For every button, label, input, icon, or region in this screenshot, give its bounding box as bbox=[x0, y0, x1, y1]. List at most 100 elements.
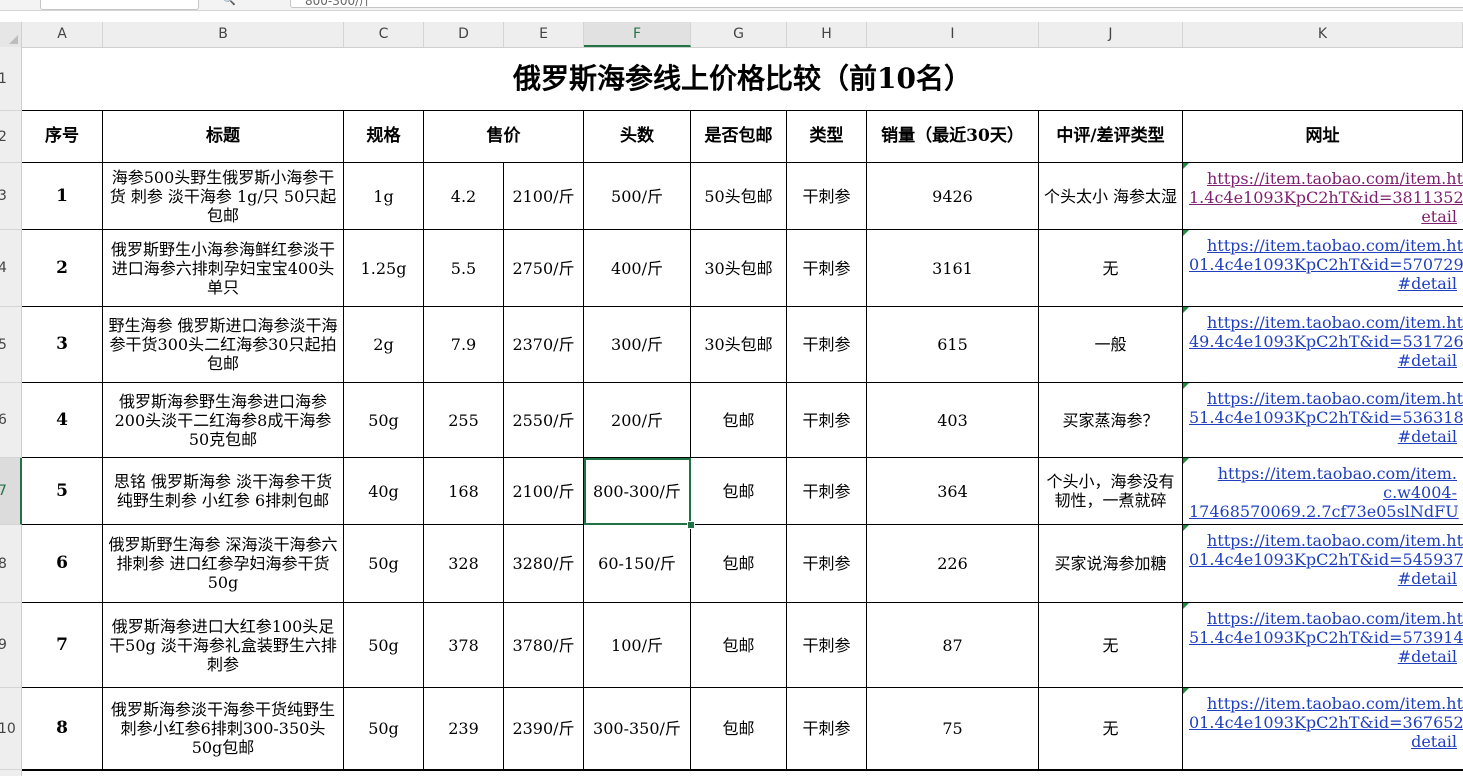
row-header-4[interactable]: 4 bbox=[0, 230, 22, 307]
url-line[interactable]: #detail bbox=[1189, 647, 1463, 666]
cell-price-per-jin[interactable]: 2750/斤 bbox=[504, 230, 584, 307]
cell-type[interactable]: 干刺参 bbox=[787, 230, 867, 307]
cell-sales[interactable]: 403 bbox=[867, 383, 1039, 458]
cell-seq[interactable]: 6 bbox=[22, 525, 103, 603]
cell-count[interactable]: 200/斤 bbox=[584, 383, 691, 458]
url-line[interactable]: 01.4c4e1093KpC2hT&id=545937517 bbox=[1189, 550, 1463, 569]
url-line[interactable]: https://item.taobao.com/item.ht bbox=[1189, 313, 1463, 332]
cell-type[interactable]: 干刺参 bbox=[787, 603, 867, 688]
cell-price-per-jin[interactable]: 2550/斤 bbox=[504, 383, 584, 458]
row-header-3[interactable]: 3 bbox=[0, 163, 22, 230]
cell-seq[interactable]: 5 bbox=[22, 458, 103, 525]
url-line[interactable]: https://item.taobao.com/item.ht bbox=[1189, 389, 1463, 408]
cell-url-link[interactable]: https://item.taobao.com/item.ht 1.4c4e109… bbox=[1183, 163, 1463, 230]
cell-seq[interactable]: 3 bbox=[22, 307, 103, 383]
column-header-d[interactable]: D bbox=[424, 22, 504, 47]
url-line[interactable]: c.w4004- bbox=[1189, 483, 1463, 502]
zoom-icon[interactable]: 🔍 bbox=[222, 0, 236, 7]
select-all-corner[interactable] bbox=[0, 22, 22, 47]
cell-seq[interactable]: 2 bbox=[22, 230, 103, 307]
cell-shipping[interactable]: 包邮 bbox=[691, 383, 787, 458]
cell-type[interactable]: 干刺参 bbox=[787, 163, 867, 230]
cell-price[interactable]: 5.5 bbox=[424, 230, 504, 307]
url-line[interactable]: #detail bbox=[1189, 569, 1463, 588]
url-line[interactable]: 49.4c4e1093KpC2hT&id=531726236 bbox=[1189, 332, 1463, 351]
cell-review[interactable]: 一般 bbox=[1039, 307, 1183, 383]
cell-type[interactable]: 干刺参 bbox=[787, 383, 867, 458]
url-line[interactable]: 01.4c4e1093KpC2hT&id=570729460 bbox=[1189, 255, 1463, 274]
cell-url-link[interactable]: https://item.taobao.com/item.ht 01.4c4e10… bbox=[1183, 688, 1463, 770]
cell-spec[interactable]: 1g bbox=[344, 163, 424, 230]
cell-title[interactable]: 思铭 俄罗斯海参 淡干海参干货纯野生刺参 小红参 6排刺包邮 bbox=[103, 458, 344, 525]
header-spec[interactable]: 规格 bbox=[344, 111, 424, 163]
fill-handle[interactable] bbox=[687, 521, 695, 529]
row-header-1[interactable]: 1 bbox=[0, 47, 22, 111]
cell-count[interactable]: 500/斤 bbox=[584, 163, 691, 230]
cell-sales[interactable]: 9426 bbox=[867, 163, 1039, 230]
cell-count[interactable]: 800-300/斤 bbox=[584, 458, 691, 525]
url-line[interactable]: etail bbox=[1189, 207, 1463, 226]
cell-price[interactable]: 4.2 bbox=[424, 163, 504, 230]
cell-title[interactable]: 俄罗斯海参进口大红参100头足干50g 淡干海参礼盒装野生六排刺参 bbox=[103, 603, 344, 688]
cell-title[interactable]: 俄罗斯海参淡干海参干货纯野生刺参小红参6排刺300-350头50g包邮 bbox=[103, 688, 344, 770]
cell-sales[interactable]: 75 bbox=[867, 688, 1039, 770]
cell-sales[interactable]: 615 bbox=[867, 307, 1039, 383]
cell-price-per-jin[interactable]: 2100/斤 bbox=[504, 163, 584, 230]
cell-spec[interactable]: 40g bbox=[344, 458, 424, 525]
row-header-6[interactable]: 6 bbox=[0, 383, 22, 458]
cell-spec[interactable]: 50g bbox=[344, 525, 424, 603]
cell-price[interactable]: 239 bbox=[424, 688, 504, 770]
url-line[interactable]: 01.4c4e1093KpC2hT&id=367652984 bbox=[1189, 713, 1463, 732]
cell-seq[interactable]: 8 bbox=[22, 688, 103, 770]
column-header-b[interactable]: B bbox=[103, 22, 344, 47]
cell-sales[interactable]: 87 bbox=[867, 603, 1039, 688]
cell-title[interactable]: 海参500头野生俄罗斯小海参干货 刺参 淡干海参 1g/只 50只起包邮 bbox=[103, 163, 344, 230]
cell-price-per-jin[interactable]: 3280/斤 bbox=[504, 525, 584, 603]
cell-spec[interactable]: 50g bbox=[344, 603, 424, 688]
cell-shipping[interactable]: 包邮 bbox=[691, 458, 787, 525]
url-line[interactable]: 17468570069.2.7cf73e05slNdFU bbox=[1189, 502, 1463, 521]
cell-sales[interactable]: 226 bbox=[867, 525, 1039, 603]
url-line[interactable]: 51.4c4e1093KpC2hT&id=536318754 bbox=[1189, 408, 1463, 427]
header-type[interactable]: 类型 bbox=[787, 111, 867, 163]
cell-title[interactable]: 野生海参 俄罗斯进口海参淡干海参干货300头二红海参30只起拍包邮 bbox=[103, 307, 344, 383]
cell-count[interactable]: 400/斤 bbox=[584, 230, 691, 307]
cell-type[interactable]: 干刺参 bbox=[787, 307, 867, 383]
cell-price-per-jin[interactable]: 2100/斤 bbox=[504, 458, 584, 525]
header-price[interactable]: 售价 bbox=[424, 111, 584, 163]
url-line[interactable]: https://item.taobao.com/item.ht bbox=[1189, 236, 1463, 255]
row-header-10[interactable]: 10 bbox=[0, 688, 22, 770]
column-header-f[interactable]: F bbox=[584, 22, 691, 47]
url-line[interactable]: https://item.taobao.com/item. bbox=[1189, 464, 1463, 483]
cell-url-link[interactable]: https://item.taobao.com/item.ht 51.4c4e10… bbox=[1183, 603, 1463, 688]
url-line[interactable]: 51.4c4e1093KpC2hT&id=573914394 bbox=[1189, 628, 1463, 647]
cell-count[interactable]: 60-150/斤 bbox=[584, 525, 691, 603]
cell-price[interactable]: 7.9 bbox=[424, 307, 504, 383]
url-line[interactable]: 1.4c4e1093KpC2hT&id=381135283657 bbox=[1189, 188, 1463, 207]
url-line[interactable]: #detail bbox=[1189, 351, 1463, 370]
cell-review[interactable]: 无 bbox=[1039, 230, 1183, 307]
column-header-c[interactable]: C bbox=[344, 22, 424, 47]
cell-price-per-jin[interactable]: 3780/斤 bbox=[504, 603, 584, 688]
cell-price[interactable]: 255 bbox=[424, 383, 504, 458]
cell-url-link[interactable]: https://item.taobao.com/item.ht 01.4c4e10… bbox=[1183, 525, 1463, 603]
cell-review[interactable]: 买家蒸海参？ bbox=[1039, 383, 1183, 458]
cell-shipping[interactable]: 50头包邮 bbox=[691, 163, 787, 230]
cell-spec[interactable]: 1.25g bbox=[344, 230, 424, 307]
column-header-j[interactable]: J bbox=[1039, 22, 1183, 47]
cell-spec[interactable]: 2g bbox=[344, 307, 424, 383]
column-header-h[interactable]: H bbox=[787, 22, 867, 47]
cell-review[interactable]: 个头太小 海参太湿 bbox=[1039, 163, 1183, 230]
column-header-e[interactable]: E bbox=[504, 22, 584, 47]
url-line[interactable]: #detail bbox=[1189, 427, 1463, 446]
cell-title[interactable]: 俄罗斯海参野生海参进口海参200头淡干二红海参8成干海参50克包邮 bbox=[103, 383, 344, 458]
row-header-7[interactable]: 7 bbox=[0, 458, 22, 525]
cell-spec[interactable]: 50g bbox=[344, 688, 424, 770]
cell-shipping[interactable]: 包邮 bbox=[691, 688, 787, 770]
cell-url-link[interactable]: https://item.taobao.com/item.ht 01.4c4e10… bbox=[1183, 230, 1463, 307]
cell-title[interactable]: 俄罗斯野生海参 深海淡干海参六排刺参 进口红参孕妇海参干货 50g bbox=[103, 525, 344, 603]
cell-type[interactable]: 干刺参 bbox=[787, 525, 867, 603]
column-header-k[interactable]: K bbox=[1183, 22, 1463, 47]
header-review[interactable]: 中评/差评类型 bbox=[1039, 111, 1183, 163]
cell-review[interactable]: 买家说海参加糖 bbox=[1039, 525, 1183, 603]
